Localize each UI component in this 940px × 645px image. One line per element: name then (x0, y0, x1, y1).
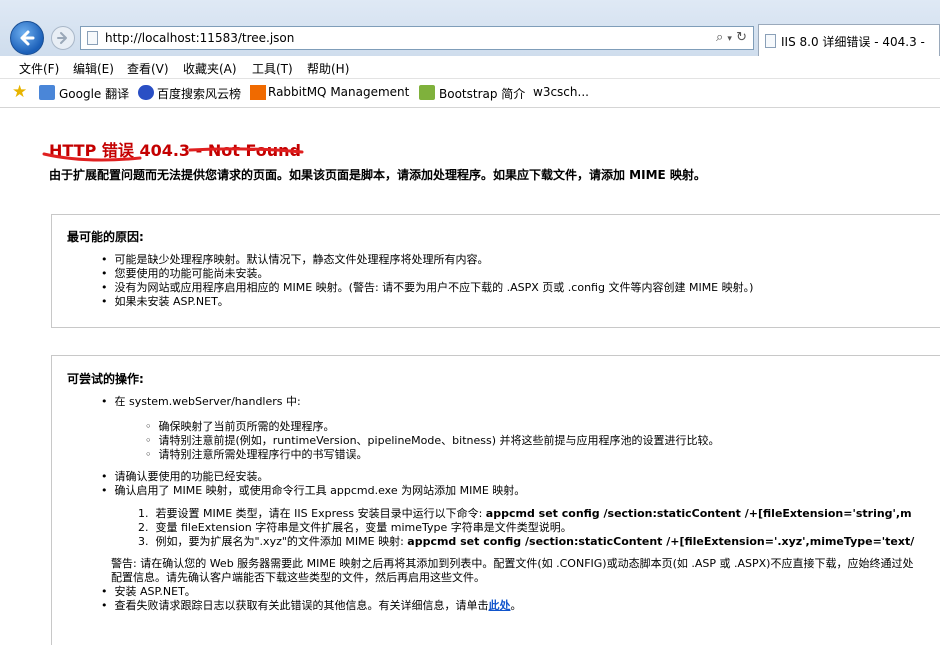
fav-rabbitmq[interactable]: RabbitMQ Management (268, 85, 409, 99)
dropdown-icon[interactable]: ▾ (727, 34, 732, 44)
action-item: • 请确认要使用的功能已经安装。 (101, 470, 269, 483)
action-item: • 查看失败请求跟踪日志以获取有关此错误的其他信息。有关详细信息，请单击此处。 (101, 599, 522, 612)
url-text[interactable]: http://localhost:11583/tree.json (105, 31, 294, 45)
error-description: 由于扩展配置问题而无法提供您请求的页面。如果该页面是脚本，请添加处理程序。如果应… (49, 168, 706, 182)
menu-edit[interactable]: 编辑(E) (73, 60, 114, 77)
cause-item: • 您要使用的功能可能尚未安装。 (101, 267, 269, 280)
refresh-icon[interactable]: ↻ (736, 30, 747, 45)
menu-tools[interactable]: 工具(T) (252, 60, 293, 77)
back-button[interactable] (10, 21, 44, 55)
tab-title: IIS 8.0 详细错误 - 404.3 - (781, 35, 925, 49)
causes-section: 最可能的原因: • 可能是缺少处理程序映射。默认情况下，静态文件处理程序将处理所… (51, 214, 940, 328)
google-translate-icon (39, 85, 55, 100)
warning-text: 警告: 请在确认您的 Web 服务器需要此 MIME 映射之后再将其添加到列表中… (111, 557, 914, 570)
address-bar[interactable]: http://localhost:11583/tree.json ⌕ ▾ ↻ (80, 26, 754, 50)
forward-arrow-icon (57, 32, 67, 44)
w3c-icon (419, 85, 435, 100)
cause-item: • 没有为网站或应用程序启用相应的 MIME 映射。(警告: 请不要为用户不应下… (101, 281, 754, 294)
fav-baidu[interactable]: 百度搜索风云榜 (157, 85, 241, 102)
tab-page-icon (765, 34, 776, 48)
menu-help[interactable]: 帮助(H) (307, 60, 349, 77)
browser-tab[interactable]: IIS 8.0 详细错误 - 404.3 - (758, 24, 940, 56)
red-scribble-annotation (42, 147, 304, 162)
back-arrow-icon (20, 30, 35, 46)
details-link[interactable]: 此处 (488, 599, 510, 612)
actions-section: 可尝试的操作: • 在 system.webServer/handlers 中:… (51, 355, 940, 645)
mime-step: 3. 例如，要为扩展名为".xyz"的文件添加 MIME 映射: appcmd … (138, 535, 915, 548)
address-tools[interactable]: ⌕ ▾ ↻ (716, 30, 747, 45)
actions-heading: 可尝试的操作: (67, 372, 144, 386)
search-icon[interactable]: ⌕ (716, 30, 723, 45)
menu-view[interactable]: 查看(V) (127, 60, 169, 77)
causes-heading: 最可能的原因: (67, 230, 144, 244)
mime-step: 2. 变量 fileExtension 字符串是文件扩展名，变量 mimeTyp… (138, 521, 572, 534)
forward-button[interactable] (51, 26, 75, 50)
page-content: HTTP 错误 404.3 - Not Found 由于扩展配置问题而无法提供您… (0, 108, 940, 645)
favorites-bar: ★ Google 翻译 百度搜索风云榜 RabbitMQ Management … (0, 79, 940, 108)
baidu-paw-icon (138, 85, 154, 100)
fav-w3cschool[interactable]: w3csch... (533, 85, 589, 99)
page-icon (87, 31, 98, 45)
cause-item: • 如果未安装 ASP.NET。 (101, 295, 229, 308)
action-item: • 安装 ASP.NET。 (101, 585, 196, 598)
rabbitmq-icon (250, 85, 266, 100)
warning-text: 配置信息。请先确认客户端能否下载这些类型的文件，然后再启用这些文件。 (111, 571, 485, 584)
mime-step: 1. 若要设置 MIME 类型，请在 IIS Express 安装目录中运行以下… (138, 507, 912, 520)
favorites-star-icon[interactable]: ★ (12, 83, 27, 101)
handler-check-item: ◦ 请特别注意前提(例如，runtimeVersion、pipelineMode… (145, 434, 720, 447)
menu-favorites[interactable]: 收藏夹(A) (183, 60, 237, 77)
menu-file[interactable]: 文件(F) (19, 60, 59, 77)
handler-check-item: ◦ 确保映射了当前页所需的处理程序。 (145, 420, 335, 433)
navigation-bar: http://localhost:11583/tree.json ⌕ ▾ ↻ I… (0, 0, 940, 56)
fav-google-translate[interactable]: Google 翻译 (59, 85, 129, 102)
handler-check-item: ◦ 请特别注意所需处理程序行中的书写错误。 (145, 448, 368, 461)
cause-item: • 可能是缺少处理程序映射。默认情况下，静态文件处理程序将处理所有内容。 (101, 253, 489, 266)
fav-bootstrap[interactable]: Bootstrap 简介 (439, 85, 525, 102)
action-item: • 确认启用了 MIME 映射，或使用命令行工具 appcmd.exe 为网站添… (101, 484, 526, 497)
menu-bar: 文件(F) 编辑(E) 查看(V) 收藏夹(A) 工具(T) 帮助(H) (0, 56, 940, 79)
action-item: • 在 system.webServer/handlers 中: (101, 395, 301, 408)
